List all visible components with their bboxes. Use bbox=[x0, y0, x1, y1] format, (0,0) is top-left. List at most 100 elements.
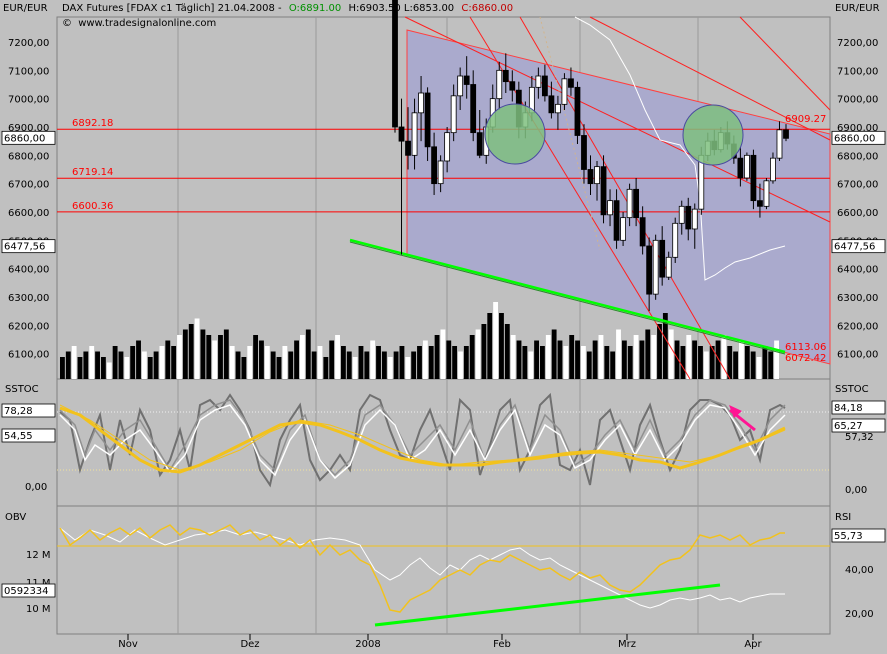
volume-bar bbox=[370, 340, 376, 379]
candle-body bbox=[587, 169, 594, 185]
candle-body bbox=[783, 129, 789, 139]
candle-body bbox=[626, 188, 633, 219]
volume-bar bbox=[223, 329, 229, 379]
volume-bar bbox=[551, 329, 557, 379]
volume-bar bbox=[633, 335, 639, 379]
rsi-tick: 20,00 bbox=[845, 609, 874, 620]
stoch-label: SSTOC bbox=[5, 384, 39, 395]
dax-chart: 6892.18 6719.14 6600.36 6909.27 6113.06 60… bbox=[1, 0, 886, 650]
volume-bar bbox=[727, 346, 733, 379]
volume-bar bbox=[698, 346, 703, 379]
volume-bar bbox=[610, 351, 616, 379]
candle-body bbox=[737, 157, 744, 179]
ytick-left: 6700,00 bbox=[8, 180, 49, 191]
volume-bar bbox=[229, 346, 235, 379]
header-title-text: DAX Futures [FDAX c1 Täglich] 21.04.2008… bbox=[62, 3, 282, 14]
candle-body bbox=[444, 132, 451, 162]
stoch-right-value: 57,32 bbox=[845, 432, 874, 443]
volume-bar bbox=[206, 335, 212, 379]
volume-bar bbox=[405, 357, 411, 379]
volume-bar bbox=[282, 346, 288, 379]
volume-bar bbox=[89, 346, 95, 379]
volume-bar bbox=[100, 357, 106, 379]
volume-bar bbox=[668, 329, 674, 379]
volume-bar bbox=[317, 346, 323, 379]
candle-body bbox=[450, 95, 457, 134]
volume-bar bbox=[182, 329, 188, 379]
header-high-low: H:6903.50 L:6853.00 bbox=[348, 3, 454, 14]
volume-bar bbox=[358, 346, 364, 379]
volume-bar bbox=[381, 351, 387, 379]
ytick-right: 7000,00 bbox=[837, 95, 878, 106]
candle-body bbox=[613, 200, 620, 241]
ytick-left: 6600,00 bbox=[8, 208, 49, 219]
volume-bar bbox=[739, 340, 744, 379]
candle-body bbox=[437, 160, 444, 185]
candle-body bbox=[600, 166, 607, 216]
candle-body bbox=[418, 92, 424, 114]
volume-bar bbox=[434, 335, 440, 379]
candle-body bbox=[581, 135, 587, 170]
volume-bar bbox=[393, 351, 399, 379]
ytick-left: 6300,00 bbox=[8, 293, 49, 304]
volume-bar bbox=[399, 346, 405, 379]
ytick-left: 7100,00 bbox=[8, 66, 49, 77]
volume-bar bbox=[774, 340, 779, 379]
last-price-left: 6860,00 bbox=[4, 133, 45, 144]
volume-bar bbox=[288, 351, 294, 379]
line-label-3: 6072.42 bbox=[785, 353, 826, 364]
volume-bar bbox=[651, 335, 657, 379]
volume-bar bbox=[557, 340, 563, 379]
volume-bar bbox=[417, 346, 422, 379]
volume-bar bbox=[768, 351, 774, 379]
volume-bar bbox=[569, 335, 575, 379]
level-label: 6892.18 bbox=[72, 118, 113, 129]
stoch-panel[interactable] bbox=[56, 378, 831, 507]
candle-body bbox=[405, 140, 411, 156]
volume-bar bbox=[516, 340, 522, 379]
volume-bar bbox=[463, 346, 469, 379]
volume-bar bbox=[130, 346, 136, 379]
volume-bar bbox=[264, 346, 270, 379]
candle-body bbox=[470, 84, 477, 134]
ytick-right: 6300,00 bbox=[837, 293, 878, 304]
volume-bar bbox=[247, 346, 253, 379]
volume-bar bbox=[276, 357, 282, 379]
stoch-left-label: 78,28 bbox=[4, 406, 33, 417]
volume-bar bbox=[522, 346, 528, 379]
volume-bar bbox=[592, 340, 598, 379]
volume-bar bbox=[621, 340, 627, 379]
line-label-1: 6909.27 bbox=[785, 114, 826, 125]
volume-bar bbox=[563, 346, 569, 379]
volume-bar bbox=[446, 340, 452, 379]
obv-panel[interactable] bbox=[56, 505, 831, 635]
candle-body bbox=[691, 208, 698, 230]
candle-body bbox=[476, 132, 483, 156]
candle-body bbox=[770, 157, 776, 182]
obv-tick: 12 M bbox=[26, 550, 51, 561]
volume-bar bbox=[422, 340, 428, 379]
volume-bar bbox=[124, 357, 130, 379]
volume-bar bbox=[580, 346, 586, 379]
stoch-right-value: 84,18 bbox=[834, 403, 863, 414]
volume-bar bbox=[680, 346, 686, 379]
volume-bar bbox=[188, 324, 194, 379]
volume-bar bbox=[141, 351, 147, 379]
candle-body bbox=[620, 217, 626, 241]
candle-body bbox=[639, 217, 646, 247]
candle-body bbox=[607, 200, 613, 216]
ytick-left: 6400,00 bbox=[8, 265, 49, 276]
volume-bar bbox=[106, 362, 112, 379]
volume-bar bbox=[212, 340, 218, 379]
candle-body bbox=[509, 81, 516, 91]
volume-bar bbox=[469, 335, 475, 379]
volume-bar bbox=[458, 351, 463, 379]
volume-bar bbox=[721, 335, 727, 379]
candle-body bbox=[463, 75, 470, 85]
ytick-right: 6700,00 bbox=[837, 180, 878, 191]
xtick-label: Feb bbox=[493, 639, 511, 650]
volume-bar bbox=[305, 329, 311, 379]
rsi-label: RSI bbox=[835, 512, 851, 523]
stoch-left-label: 54,55 bbox=[4, 431, 33, 442]
candle-body bbox=[633, 188, 640, 219]
